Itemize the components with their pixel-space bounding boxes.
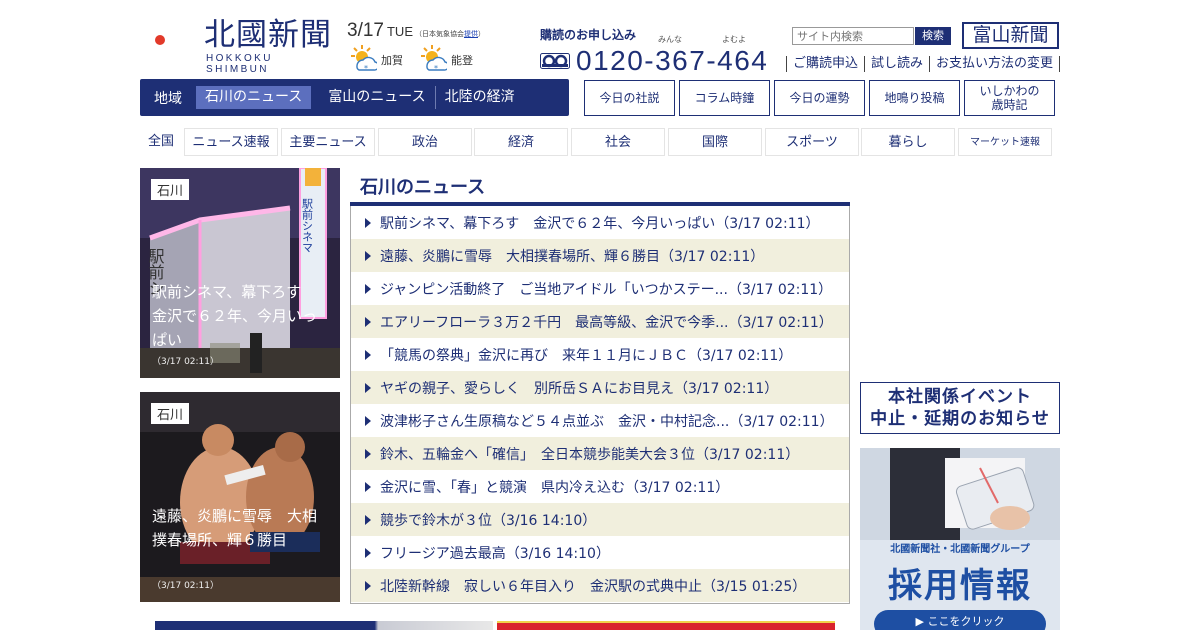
sun-snow-icon: * [351, 45, 377, 72]
triangle-bullet-icon [365, 415, 371, 426]
triangle-bullet-icon [365, 316, 371, 327]
phone-ruby-1: みんな [658, 35, 682, 44]
today-weekday: TUE [386, 24, 413, 39]
svg-text:*: * [364, 64, 368, 72]
triangle-bullet-icon [365, 283, 371, 294]
logo-subtitle: HOKKOKU SHIMBUN [206, 53, 273, 75]
news-section-title: 石川のニュース [360, 177, 486, 198]
phone-ruby-2: よむよ [722, 35, 746, 44]
recruit-photo [860, 448, 1060, 540]
logo-title: 北國新聞 [204, 17, 332, 53]
photo-caption: 遠藤、炎鵬に雪辱 大相撲春場所、輝６勝目 [152, 507, 318, 549]
tab-hokuriku-economy[interactable]: 北陸の経済 [434, 86, 524, 109]
search-button[interactable]: 検索 [915, 27, 951, 45]
site-search: 検索 [792, 27, 951, 45]
subscribe-phone[interactable]: 0120-367-464 [540, 45, 768, 77]
category-all-japan[interactable]: 全国 [140, 128, 182, 156]
weather-area-noto: 能登 [451, 54, 473, 67]
today-date: 3/17 [347, 20, 384, 41]
tab-ishikawa-news[interactable]: 石川のニュース [196, 86, 312, 109]
weather-area-kaga: 加賀 [381, 54, 403, 67]
editorial-button[interactable]: 今日の社説 [584, 80, 675, 116]
sun-snow-icon: * [421, 45, 447, 72]
triangle-bullet-icon [365, 580, 371, 591]
notice-line-1: 本社関係イベント [888, 387, 1032, 407]
triangle-bullet-icon [365, 250, 371, 261]
link-payment-change[interactable]: お支払い方法の変更 [929, 56, 1061, 72]
triangle-bullet-icon [365, 448, 371, 459]
category-top-news[interactable]: 主要ニュース [281, 128, 375, 156]
region-badge: 石川 [151, 403, 190, 424]
link-subscribe[interactable]: ご購読申込 [786, 56, 864, 72]
recruit-banner[interactable]: 北國新聞社・北國新聞グループ 採用情報 ▶ ここをクリック [860, 448, 1060, 630]
site-logo[interactable]: 北國新聞 HOKKOKU SHIMBUN [140, 16, 340, 75]
bottom-banner-left[interactable] [155, 621, 493, 630]
weather-noto[interactable]: * 能登 [417, 44, 473, 72]
ishikawa-calendar-button[interactable]: いしかわの 歳時記 [964, 80, 1055, 116]
category-breaking[interactable]: ニュース速報 [184, 128, 278, 156]
weather-source: （日本気象協会提供） [414, 30, 485, 38]
column-jisho-button[interactable]: コラム時鐘 [679, 80, 770, 116]
photo-card-sumo[interactable]: 石川 遠藤、炎鵬に雪辱 大相撲春場所、輝６勝目 （3/17 02:11） [140, 392, 340, 602]
category-society[interactable]: 社会 [571, 128, 665, 156]
logo-mark-icon [148, 20, 196, 60]
category-sports[interactable]: スポーツ [765, 128, 859, 156]
region-label: 地域 [154, 90, 182, 107]
photo-card-cinema[interactable]: 駅前シネマ 駅前シ 石川 駅前シネマ、幕下ろす 金沢で６２年、今月いっぱい （3… [140, 168, 340, 378]
category-market[interactable]: マーケット速報 [958, 128, 1052, 156]
weather-source-link[interactable]: 提供 [464, 30, 478, 38]
recruit-title: 採用情報 [888, 566, 1032, 606]
recruit-click-button[interactable]: ▶ ここをクリック [874, 610, 1046, 630]
link-trial[interactable]: 試し読み [864, 56, 929, 72]
news-item[interactable]: エアリーフローラ３万２千円 最高等級、金沢で今季...（3/17 02:11） [351, 305, 849, 338]
photo-caption: 駅前シネマ、幕下ろす 金沢で６２年、今月いっぱい [152, 283, 318, 349]
phone-number: 0120-367-464 [576, 45, 769, 76]
triangle-bullet-icon [365, 547, 371, 558]
news-item[interactable]: 鈴木、五輪金へ「確信」 全日本競歩能美大会３位（3/17 02:11） [351, 437, 849, 470]
news-item[interactable]: 北陸新幹線 寂しい６年目入り 金沢駅の式典中止（3/15 01:25） [351, 569, 849, 602]
news-item[interactable]: 金沢に雪、「春」と競演 県内冷え込む（3/17 02:11） [351, 470, 849, 503]
reader-posts-button[interactable]: 地鳴り投稿 [869, 80, 960, 116]
date-weather: 3/17 TUE （日本気象協会提供） * 加賀 * 能登 [347, 20, 497, 75]
svg-text:駅前シネマ: 駅前シネマ [301, 198, 314, 253]
triangle-bullet-icon [365, 514, 371, 525]
search-input[interactable] [792, 27, 914, 45]
triangle-bullet-icon [365, 382, 371, 393]
weather-kaga[interactable]: * 加賀 [347, 44, 403, 72]
news-item[interactable]: フリージア過去最高（3/16 14:10） [351, 536, 849, 569]
triangle-bullet-icon [365, 217, 371, 228]
notice-line-2: 中止・延期のお知らせ [870, 409, 1050, 429]
bottom-banner-right[interactable] [497, 621, 835, 630]
news-item[interactable]: 競歩で鈴木が３位（3/16 14:10） [351, 503, 849, 536]
news-item[interactable]: ヤギの親子、愛らしく 別所岳ＳＡにお目見え（3/17 02:11） [351, 371, 849, 404]
region-badge: 石川 [151, 179, 190, 200]
svg-text:*: * [434, 64, 438, 72]
category-international[interactable]: 国際 [668, 128, 762, 156]
news-item[interactable]: 駅前シネマ、幕下ろす 金沢で６２年、今月いっぱい（3/17 02:11） [351, 206, 849, 239]
category-living[interactable]: 暮らし [861, 128, 955, 156]
news-item[interactable]: ジャンピン活動終了 ご当地アイドル「いつかステー...（3/17 02:11） [351, 272, 849, 305]
subscribe-label: 購読のお申し込み [540, 28, 637, 42]
region-nav: 地域 石川のニュース 富山のニュース 北陸の経済 [140, 79, 569, 116]
news-item[interactable]: 「競馬の祭典」金沢に再び 来年１１月にＪＢＣ（3/17 02:11） [351, 338, 849, 371]
photo-time: （3/17 02:11） [152, 581, 220, 591]
triangle-bullet-icon [365, 481, 371, 492]
tab-toyama-news[interactable]: 富山のニュース [319, 86, 434, 109]
category-politics[interactable]: 政治 [378, 128, 472, 156]
news-item[interactable]: 波津彬子さん生原稿など５４点並ぶ 金沢・中村記念...（3/17 02:11） [351, 404, 849, 437]
subscription-links: ご購読申込 試し読み お支払い方法の変更 [786, 56, 1061, 72]
toyama-shimbun-button[interactable]: 富山新聞 [962, 22, 1059, 49]
free-dial-icon [540, 53, 570, 69]
recruit-subtitle: 北國新聞社・北國新聞グループ [890, 544, 1030, 555]
triangle-bullet-icon [365, 349, 371, 360]
category-economy[interactable]: 経済 [474, 128, 568, 156]
photo-time: （3/17 02:11） [152, 357, 220, 367]
horoscope-button[interactable]: 今日の運勢 [774, 80, 865, 116]
news-list: 駅前シネマ、幕下ろす 金沢で６２年、今月いっぱい（3/17 02:11） 遠藤、… [350, 206, 850, 604]
event-cancellation-notice[interactable]: 本社関係イベント 中止・延期のお知らせ [860, 382, 1060, 434]
news-item[interactable]: 遠藤、炎鵬に雪辱 大相撲春場所、輝６勝目（3/17 02:11） [351, 239, 849, 272]
